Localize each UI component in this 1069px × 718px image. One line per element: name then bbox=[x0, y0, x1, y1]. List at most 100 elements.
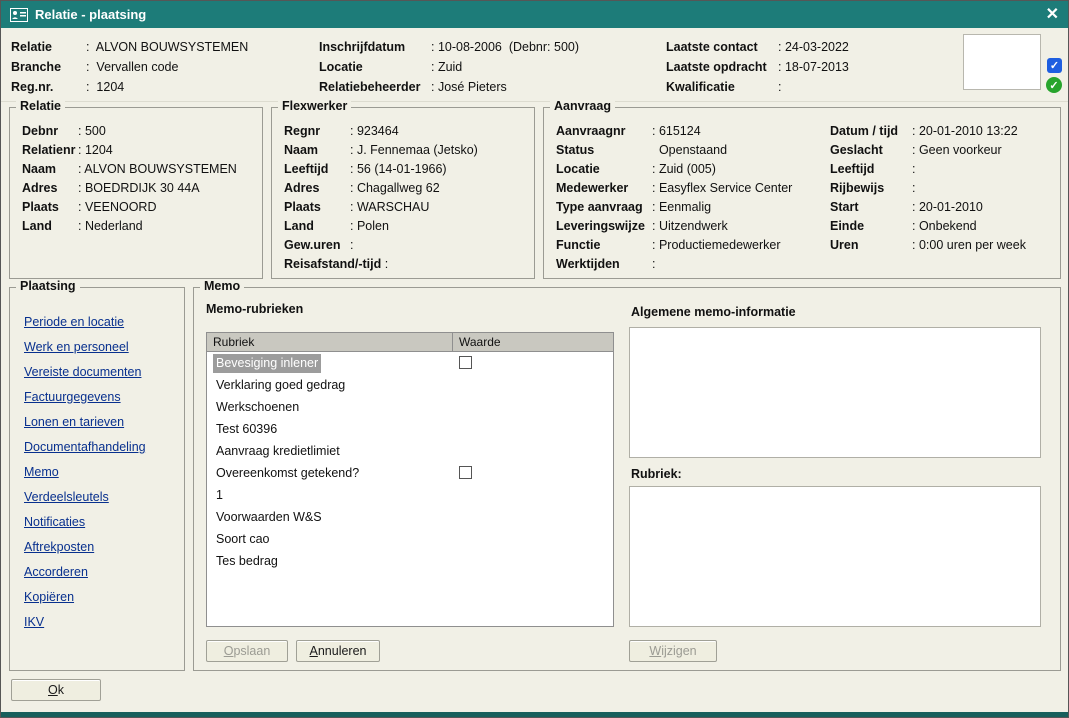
wijzigen-button[interactable]: Wijzigen bbox=[629, 640, 717, 662]
field-row: Plaats: VEENOORD bbox=[22, 198, 237, 217]
column-header-rubriek[interactable]: Rubriek bbox=[207, 333, 453, 351]
rubriek-label: Werkschoenen bbox=[213, 398, 302, 417]
field-row: Status Openstaand bbox=[556, 141, 792, 160]
field-value: : 923464 bbox=[350, 122, 399, 141]
header-row: Reg.nr.: 1204 bbox=[11, 77, 248, 97]
rubriek-label: 1 bbox=[213, 486, 226, 505]
plaatsing-link-periode-en-locatie[interactable]: Periode en locatie bbox=[24, 310, 146, 335]
field-label: Rijbewijs bbox=[830, 179, 912, 198]
button-label: ijzigen bbox=[661, 644, 696, 658]
header-row: Laatste opdracht: 18-07-2013 bbox=[666, 57, 849, 77]
field-label: Reg.nr. bbox=[11, 77, 86, 97]
field-label: Medewerker bbox=[556, 179, 652, 198]
field-value: : bbox=[350, 236, 353, 255]
checkbox[interactable] bbox=[459, 356, 472, 369]
flexwerker-legend: Flexwerker bbox=[278, 99, 351, 113]
field-value: : Vervallen code bbox=[86, 57, 178, 77]
plaatsing-link-vereiste-documenten[interactable]: Vereiste documenten bbox=[24, 360, 146, 385]
field-row: Functie: Productiemedewerker bbox=[556, 236, 792, 255]
flexwerker-rows: Regnr: 923464 Naam: J. Fennemaa (Jetsko)… bbox=[284, 122, 478, 274]
button-accel: O bbox=[224, 644, 234, 658]
button-accel: O bbox=[48, 683, 58, 697]
plaatsing-link-ikv[interactable]: IKV bbox=[24, 610, 146, 635]
plaatsing-link-kopieren[interactable]: Kopiëren bbox=[24, 585, 146, 610]
plaatsing-link-notificaties[interactable]: Notificaties bbox=[24, 510, 146, 535]
field-row: Leeftijd: bbox=[830, 160, 1026, 179]
table-row[interactable]: 1 bbox=[207, 484, 613, 506]
rubriek-memo-textarea[interactable] bbox=[629, 486, 1041, 627]
checkbox[interactable] bbox=[459, 466, 472, 479]
field-value: : 615124 bbox=[652, 122, 701, 141]
relation-card-icon bbox=[10, 8, 28, 22]
table-row[interactable]: Voorwaarden W&S bbox=[207, 506, 613, 528]
header-row: Inschrijfdatum: 10-08-2006 (Debnr: 500) bbox=[319, 37, 579, 57]
relatie-legend: Relatie bbox=[16, 99, 65, 113]
field-label: Laatste opdracht bbox=[666, 57, 778, 77]
field-label: Relatienr bbox=[22, 141, 78, 160]
field-row: Werktijden: bbox=[556, 255, 792, 274]
header-row: Relatiebeheerder: José Pieters bbox=[319, 77, 579, 97]
ok-button[interactable]: Ok bbox=[11, 679, 101, 701]
annuleren-button[interactable]: Annuleren bbox=[296, 640, 380, 662]
title-bar: Relatie - plaatsing ✕ bbox=[1, 1, 1068, 28]
plaatsing-link-factuurgegevens[interactable]: Factuurgegevens bbox=[24, 385, 146, 410]
field-value: : 10-08-2006 (Debnr: 500) bbox=[431, 37, 579, 57]
plaatsing-link-lonen-en-tarieven[interactable]: Lonen en tarieven bbox=[24, 410, 146, 435]
field-label: Naam bbox=[22, 160, 78, 179]
plaatsing-legend: Plaatsing bbox=[16, 279, 80, 293]
field-row: Leveringswijze: Uitzendwerk bbox=[556, 217, 792, 236]
field-value: : 1204 bbox=[86, 77, 124, 97]
aanvraag-left-rows: Aanvraagnr: 615124 Status Openstaand Loc… bbox=[556, 122, 792, 274]
opslaan-button[interactable]: Opslaan bbox=[206, 640, 288, 662]
plaatsing-link-memo[interactable]: Memo bbox=[24, 460, 146, 485]
aanvraag-fieldset: Aanvraag Aanvraagnr: 615124 Status Opens… bbox=[543, 107, 1061, 279]
table-header-row: Rubriek Waarde bbox=[207, 333, 613, 352]
field-value: : 20-01-2010 13:22 bbox=[912, 122, 1018, 141]
memo-rubrieken-table: Rubriek Waarde Bevesiging inlener Verkla… bbox=[206, 332, 614, 627]
window-bottom-edge bbox=[1, 712, 1068, 717]
field-value: : Geen voorkeur bbox=[912, 141, 1002, 160]
plaatsing-link-documentafhandeling[interactable]: Documentafhandeling bbox=[24, 435, 146, 460]
header-row: Branche: Vervallen code bbox=[11, 57, 248, 77]
plaatsing-link-werk-en-personeel[interactable]: Werk en personeel bbox=[24, 335, 146, 360]
table-row[interactable]: Test 60396 bbox=[207, 418, 613, 440]
rubriek-label: Tes bedrag bbox=[213, 552, 281, 571]
field-row: Naam: J. Fennemaa (Jetsko) bbox=[284, 141, 478, 160]
field-row: Geslacht: Geen voorkeur bbox=[830, 141, 1026, 160]
green-check-icon[interactable]: ✓ bbox=[1046, 77, 1062, 93]
field-label: Debnr bbox=[22, 122, 78, 141]
field-value: : 500 bbox=[78, 122, 106, 141]
column-header-waarde[interactable]: Waarde bbox=[453, 333, 613, 351]
field-label: Status bbox=[556, 141, 652, 160]
field-row: Adres: Chagallweg 62 bbox=[284, 179, 478, 198]
field-value: : bbox=[652, 255, 655, 274]
header-row: Relatie: ALVON BOUWSYSTEMEN bbox=[11, 37, 248, 57]
table-row[interactable]: Bevesiging inlener bbox=[207, 352, 613, 374]
field-label: Relatie bbox=[11, 37, 86, 57]
field-value: : Zuid bbox=[431, 57, 462, 77]
table-row[interactable]: Verklaring goed gedrag bbox=[207, 374, 613, 396]
field-label: Reisafstand/-tijd bbox=[284, 255, 381, 274]
field-value: : VEENOORD bbox=[78, 198, 157, 217]
plaatsing-link-verdeelsleutels[interactable]: Verdeelsleutels bbox=[24, 485, 146, 510]
field-value: : bbox=[912, 179, 915, 198]
field-value: : ALVON BOUWSYSTEMEN bbox=[78, 160, 237, 179]
table-row[interactable]: Werkschoenen bbox=[207, 396, 613, 418]
table-row[interactable]: Aanvraag kredietlimiet bbox=[207, 440, 613, 462]
plaatsing-link-accorderen[interactable]: Accorderen bbox=[24, 560, 146, 585]
table-row[interactable]: Soort cao bbox=[207, 528, 613, 550]
blue-checkbox-icon[interactable]: ✓ bbox=[1047, 58, 1062, 73]
table-row[interactable]: Overeenkomst getekend? bbox=[207, 462, 613, 484]
table-row[interactable]: Tes bedrag bbox=[207, 550, 613, 572]
memo-fieldset: Memo Memo-rubrieken Rubriek Waarde Beves… bbox=[193, 287, 1061, 671]
rubriek-label: Verklaring goed gedrag bbox=[213, 376, 348, 395]
plaatsing-link-aftrekposten[interactable]: Aftrekposten bbox=[24, 535, 146, 560]
field-row: Debnr: 500 bbox=[22, 122, 237, 141]
field-value: : Chagallweg 62 bbox=[350, 179, 440, 198]
field-label: Inschrijfdatum bbox=[319, 37, 431, 57]
field-label: Land bbox=[22, 217, 78, 236]
field-value: : Eenmalig bbox=[652, 198, 711, 217]
close-icon[interactable]: ✕ bbox=[1046, 7, 1059, 23]
field-value: : Zuid (005) bbox=[652, 160, 716, 179]
algemene-memo-textarea[interactable] bbox=[629, 327, 1041, 458]
